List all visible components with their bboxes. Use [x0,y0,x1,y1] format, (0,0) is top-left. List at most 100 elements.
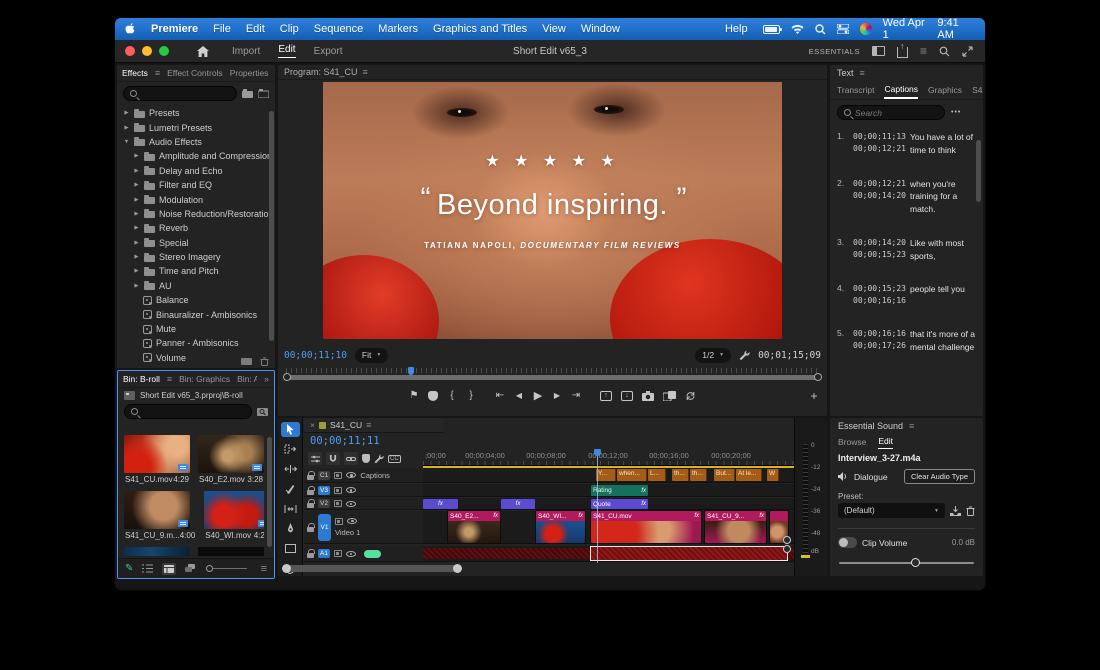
timeline-wrench-icon[interactable] [374,454,384,464]
graphic-clip[interactable]: fx [423,499,458,509]
sequence-tab-label[interactable]: S41_CU [330,420,362,430]
add-marker-icon[interactable] [362,454,370,463]
track-output-eye-icon[interactable] [347,518,357,524]
selection-tool[interactable] [281,422,300,437]
chevron-icon[interactable]: ▼ [123,139,130,145]
tab-browse[interactable]: Browse [838,437,866,447]
caption-text[interactable]: people tell you [910,283,976,307]
effects-tree-item[interactable]: ▶Filter and EQ [117,178,275,192]
sync-lock-icon[interactable] [334,550,342,557]
zoom-fit-dropdown[interactable]: Fit▼ [355,348,388,363]
timeline-vertical-scroll-handle[interactable] [783,545,791,553]
clip-thumbnail[interactable] [198,547,264,556]
chevron-icon[interactable]: ▶ [133,211,140,217]
timeline-playhead-head[interactable] [594,449,601,456]
timeline-playhead-line[interactable] [597,449,598,563]
menubar-item-sequence[interactable]: Sequence [314,23,364,35]
effects-tree-item[interactable]: ▶Delay and Echo [117,164,275,178]
captions-visibility-icon[interactable]: CC [388,455,401,463]
video-clip[interactable]: S40_WI...fx [536,511,585,543]
caption-row[interactable]: 2. 00;00;12;2100;00;14;20 when you're tr… [830,178,983,216]
caption-row[interactable]: 4. 00;00;15;2300;00;16;16 people tell yo… [830,283,983,307]
menubar-item-window[interactable]: Window [581,23,620,35]
bin-clip[interactable]: S41_CU_9.m...4:00 [124,491,196,540]
comparison-view-icon[interactable] [663,391,676,401]
search-titlebar-icon[interactable] [939,46,950,57]
effects-tree-item[interactable]: Binauralizer - Ambisonics [117,307,275,321]
bin-clip[interactable]: S40_E2.mov3:28 [198,435,264,484]
sort-icon[interactable]: ≡ [261,563,267,575]
sync-lock-icon[interactable] [334,487,342,494]
lock-icon[interactable] [307,527,314,532]
tab-captions[interactable]: Captions [884,81,918,99]
timeline-settings-icon[interactable] [308,452,322,465]
scrubber-handle-right[interactable] [814,373,822,381]
export-frame-icon[interactable] [642,391,654,401]
menubar-item-file[interactable]: File [213,23,231,35]
program-panel-title[interactable]: Program: S41_CU [284,67,358,77]
tab-graphics[interactable]: Graphics [928,85,962,95]
linked-selection-icon[interactable] [344,452,358,465]
panel-menu-icon[interactable]: ≡ [155,68,160,78]
tab-bin-graphics[interactable]: Bin: Graphics [179,374,230,384]
clip-volume-toggle[interactable] [838,537,857,548]
battery-icon[interactable] [763,25,781,34]
scrubber-bar[interactable] [286,375,819,380]
chevron-icon[interactable]: ▶ [123,110,130,116]
track-badge[interactable]: V3 [318,486,330,495]
apple-logo-icon[interactable] [125,23,136,36]
mark-out-icon[interactable]: } [466,391,476,401]
play-button[interactable]: ▶ [533,391,543,401]
track-badge[interactable]: V1 [318,514,331,541]
program-video-frame[interactable]: ★ ★ ★ ★ ★ “ Beyond inspiring. ” TATIANA … [323,82,782,339]
caption-clip[interactable]: th... [672,469,689,481]
tab-edit[interactable]: Edit [278,44,295,58]
effects-tree-item[interactable]: ▶Amplitude and Compression [117,149,275,163]
menubar-item-graphics[interactable]: Graphics and Titles [433,23,527,35]
effects-tree-item[interactable]: ▶Stereo Imagery [117,250,275,264]
find-in-bin-icon[interactable] [257,407,268,416]
track-badge[interactable]: A1 [318,549,330,558]
panel-menu-icon[interactable]: ≡ [167,374,172,384]
graphic-clip[interactable]: Quotefx [591,499,648,509]
effects-tree-item[interactable]: Balance [117,293,275,307]
effects-tree-item[interactable]: ▼Audio Effects [117,135,275,149]
effects-scrollbar[interactable] [269,111,274,341]
track-select-forward-tool[interactable] [281,442,300,457]
effects-tree-item[interactable]: ▶Noise Reduction/Restoration [117,207,275,221]
effects-tree-item[interactable]: Panner - Ambisonics [117,336,275,350]
delete-icon[interactable] [260,357,269,366]
chevron-icon[interactable]: ▶ [133,240,140,246]
bin-search-input[interactable] [124,404,252,419]
video-clip[interactable]: S40_E2...fx [448,511,500,543]
effects-tree-item[interactable]: ▶Presets [117,106,275,120]
chevron-icon[interactable]: ▶ [133,268,140,274]
scrubber-handle-left[interactable] [283,373,291,381]
menubar-item-edit[interactable]: Edit [246,23,265,35]
bin-clip[interactable]: S40_WI.mov4:21 [204,491,264,540]
lock-icon[interactable] [307,553,314,558]
effects-search-input[interactable] [123,86,237,101]
list-view-icon[interactable] [142,564,153,573]
chevron-icon[interactable]: ▶ [133,182,140,188]
effects-tree-item[interactable]: ▶Time and Pitch [117,264,275,278]
effects-tree-item[interactable]: ▶Reverb [117,221,275,235]
step-forward-icon[interactable]: ▶ [552,391,562,401]
go-to-in-icon[interactable]: ⇤ [495,391,505,401]
clear-audio-type-button[interactable]: Clear Audio Type [904,469,975,484]
minimize-window-button[interactable] [142,46,152,56]
panel-overflow-icon[interactable]: » [264,374,269,384]
chevron-icon[interactable]: ▶ [133,197,140,203]
quick-export-icon[interactable] [897,47,908,58]
step-back-icon[interactable]: ◀ [514,391,524,401]
mark-in-icon[interactable]: { [447,391,457,401]
timeline-horizontal-scrollbar[interactable] [284,565,460,572]
effects-tree-item[interactable]: Mute [117,322,275,336]
program-scrubber[interactable] [284,368,821,382]
snap-magnet-icon[interactable] [326,452,340,465]
caption-row[interactable]: 1. 00;00;11;1300;00;12;21 You have a lot… [830,131,983,157]
chevron-icon[interactable]: ▶ [123,125,130,131]
scrubber-playhead[interactable] [408,367,414,375]
effects-tree-item[interactable]: ▶Special [117,236,275,250]
slider-track[interactable] [839,562,974,564]
